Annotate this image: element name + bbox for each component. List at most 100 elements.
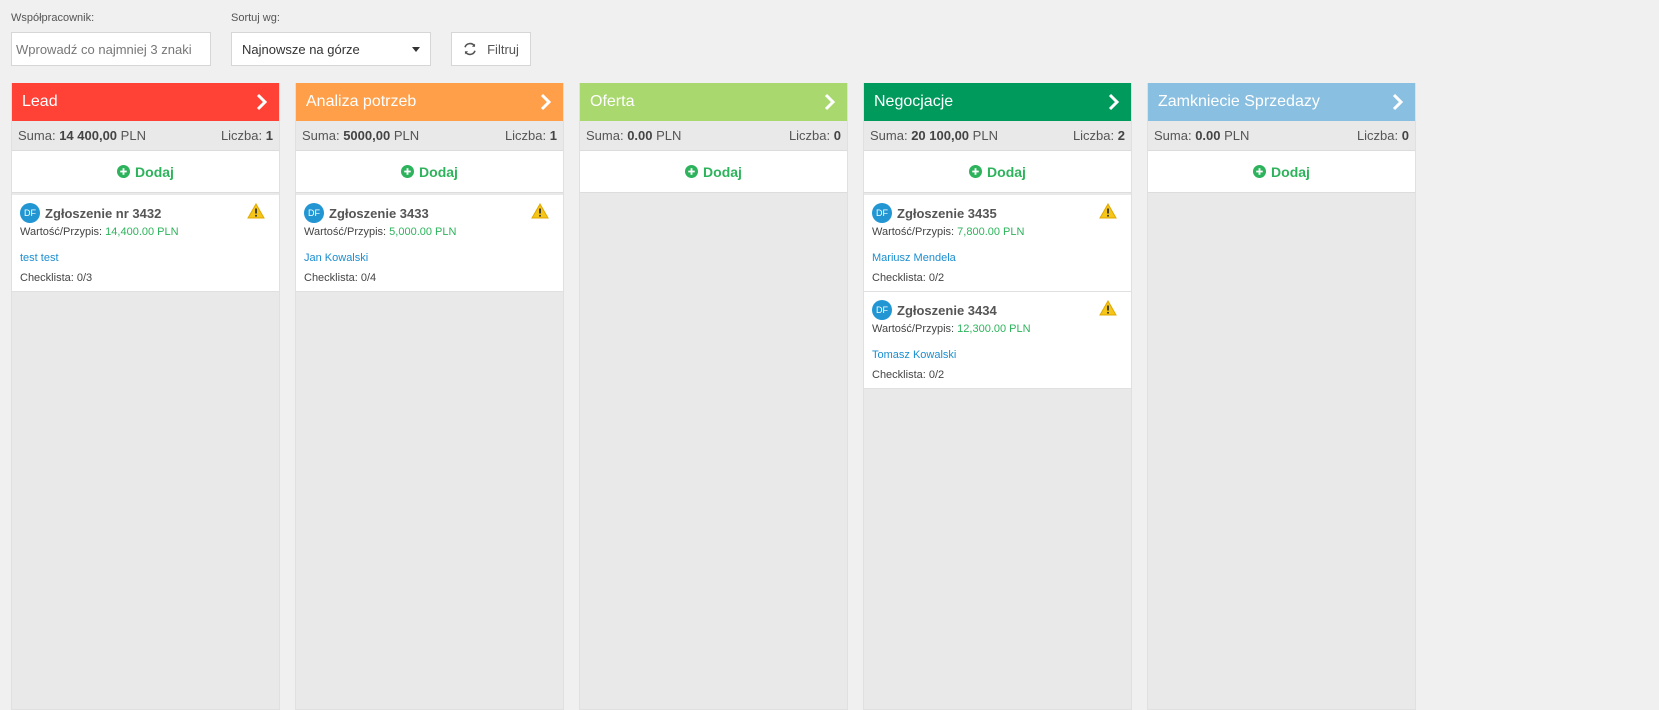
add-button[interactable]: Dodaj bbox=[580, 151, 847, 193]
warning-icon bbox=[531, 202, 549, 219]
sum-value: 0.00 bbox=[627, 128, 653, 143]
sum-value: 5000,00 bbox=[343, 128, 391, 143]
sum-text: Suma: 0.00 PLN bbox=[1154, 128, 1249, 143]
column-header: Analiza potrzeb bbox=[296, 83, 563, 121]
card-person-link[interactable]: Tomasz Kowalski bbox=[872, 349, 1123, 361]
deal-card[interactable]: DF Zgłoszenie 3433 Wartość/Przypis: 5,000.… bbox=[296, 195, 563, 292]
chevron-right-icon[interactable] bbox=[255, 93, 269, 111]
card-title[interactable]: Zgłoszenie 3435 bbox=[897, 206, 997, 221]
pipeline-column: Negocjacje Suma: 20 100,00 PLN Liczba: 2 Do… bbox=[863, 83, 1132, 710]
plus-circle-icon bbox=[685, 165, 699, 178]
pipeline-column: Analiza potrzeb Suma: 5000,00 PLN Liczba: … bbox=[295, 83, 564, 710]
count-text: Liczba: 1 bbox=[505, 128, 557, 143]
card-person-link[interactable]: test test bbox=[20, 252, 271, 264]
sum-value: 0.00 bbox=[1195, 128, 1221, 143]
card-checklist: Checklista: 0/4 bbox=[304, 272, 377, 284]
count-text: Liczba: 0 bbox=[1357, 128, 1409, 143]
plus-circle-icon bbox=[1253, 165, 1267, 178]
column-summary: Suma: 0.00 PLN Liczba: 0 bbox=[580, 121, 847, 151]
add-button[interactable]: Dodaj bbox=[296, 151, 563, 193]
count-label: Liczba: bbox=[788, 128, 831, 143]
column-title: Zamkniecie Sprzedazy bbox=[1158, 93, 1320, 110]
pipeline-column: Zamkniecie Sprzedazy Suma: 0.00 PLN Liczba… bbox=[1147, 83, 1416, 710]
count-label: Liczba: bbox=[1356, 128, 1399, 143]
chevron-right-icon[interactable] bbox=[1107, 93, 1121, 111]
count-text: Liczba: 2 bbox=[1073, 128, 1125, 143]
sum-label: Suma: bbox=[586, 128, 624, 143]
card-title[interactable]: Zgłoszenie 3433 bbox=[329, 206, 429, 221]
sum-label: Suma: bbox=[302, 128, 340, 143]
column-title: Lead bbox=[22, 93, 58, 110]
add-button-label: Dodaj bbox=[1271, 163, 1310, 180]
sort-select-value: Najnowsze na górze bbox=[242, 41, 360, 57]
add-button[interactable]: Dodaj bbox=[1148, 151, 1415, 193]
plus-circle-icon bbox=[969, 165, 983, 178]
add-button[interactable]: Dodaj bbox=[864, 151, 1131, 193]
value-label: Wartość/Przypis: bbox=[872, 226, 955, 238]
add-button-label: Dodaj bbox=[135, 163, 174, 180]
count-value: 0 bbox=[833, 128, 841, 143]
card-checklist: Checklista: 0/2 bbox=[872, 272, 945, 284]
avatar: DF bbox=[872, 300, 892, 320]
card-person-link[interactable]: Jan Kowalski bbox=[304, 252, 555, 264]
deal-card[interactable]: DF Zgłoszenie nr 3432 Wartość/Przypis: 14,… bbox=[12, 195, 279, 292]
sort-filter: Sortuj wg: Najnowsze na górze bbox=[231, 11, 431, 66]
column-summary: Suma: 20 100,00 PLN Liczba: 2 bbox=[864, 121, 1131, 151]
refresh-icon bbox=[464, 42, 476, 56]
column-header: Lead bbox=[12, 83, 279, 121]
sum-text: Suma: 5000,00 PLN bbox=[302, 128, 419, 143]
add-button[interactable]: Dodaj bbox=[12, 151, 279, 193]
sum-label: Suma: bbox=[1154, 128, 1192, 143]
chevron-right-icon[interactable] bbox=[539, 93, 553, 111]
sum-label: Suma: bbox=[18, 128, 56, 143]
count-value: 0 bbox=[1401, 128, 1409, 143]
employee-filter: Współpracownik: bbox=[11, 11, 211, 66]
count-value: 2 bbox=[1117, 128, 1125, 143]
value-amount: 14,400.00 PLN bbox=[105, 226, 179, 238]
avatar: DF bbox=[20, 203, 40, 223]
column-header: Oferta bbox=[580, 83, 847, 121]
add-button-label: Dodaj bbox=[419, 163, 458, 180]
chevron-right-icon[interactable] bbox=[1391, 93, 1405, 111]
card-value: Wartość/Przypis: 12,300.00 PLN bbox=[872, 323, 1123, 335]
sum-currency: PLN bbox=[656, 128, 682, 143]
column-header: Negocjacje bbox=[864, 83, 1131, 121]
card-title[interactable]: Zgłoszenie 3434 bbox=[897, 303, 997, 318]
card-title[interactable]: Zgłoszenie nr 3432 bbox=[45, 206, 161, 221]
sum-label: Suma: bbox=[870, 128, 908, 143]
value-amount: 5,000.00 PLN bbox=[389, 226, 457, 238]
sum-value: 14 400,00 bbox=[59, 128, 118, 143]
count-text: Liczba: 1 bbox=[221, 128, 273, 143]
value-label: Wartość/Przypis: bbox=[304, 226, 387, 238]
count-value: 1 bbox=[549, 128, 557, 143]
count-text: Liczba: 0 bbox=[789, 128, 841, 143]
card-person-link[interactable]: Mariusz Mendela bbox=[872, 252, 1123, 264]
add-button-label: Dodaj bbox=[703, 163, 742, 180]
sort-select[interactable]: Najnowsze na górze bbox=[231, 32, 431, 66]
deal-card[interactable]: DF Zgłoszenie 3435 Wartość/Przypis: 7,800.… bbox=[864, 195, 1131, 292]
card-value: Wartość/Przypis: 14,400.00 PLN bbox=[20, 226, 271, 238]
warning-icon bbox=[247, 202, 265, 219]
column-header: Zamkniecie Sprzedazy bbox=[1148, 83, 1415, 121]
pipeline-column: Lead Suma: 14 400,00 PLN Liczba: 1 Dodaj DF Z… bbox=[11, 83, 280, 710]
card-title-row: DF Zgłoszenie 3435 bbox=[872, 203, 1123, 223]
count-label: Liczba: bbox=[1072, 128, 1115, 143]
deal-card[interactable]: DF Zgłoszenie 3434 Wartość/Przypis: 12,300… bbox=[864, 292, 1131, 389]
sum-currency: PLN bbox=[393, 128, 420, 143]
employee-search-input[interactable] bbox=[11, 32, 211, 66]
card-value: Wartość/Przypis: 5,000.00 PLN bbox=[304, 226, 555, 238]
card-checklist: Checklista: 0/3 bbox=[20, 272, 93, 284]
card-value: Wartość/Przypis: 7,800.00 PLN bbox=[872, 226, 1123, 238]
sum-value: 20 100,00 bbox=[911, 128, 970, 143]
sum-text: Suma: 14 400,00 PLN bbox=[18, 128, 146, 143]
sum-currency: PLN bbox=[120, 128, 146, 143]
count-value: 1 bbox=[265, 128, 273, 143]
count-label: Liczba: bbox=[504, 128, 547, 143]
sum-text: Suma: 20 100,00 PLN bbox=[870, 128, 998, 143]
filter-button[interactable]: Filtruj bbox=[451, 32, 531, 66]
chevron-right-icon[interactable] bbox=[823, 93, 837, 111]
card-title-row: DF Zgłoszenie 3434 bbox=[872, 300, 1123, 320]
sum-currency: PLN bbox=[1224, 128, 1250, 143]
card-title-row: DF Zgłoszenie 3433 bbox=[304, 203, 555, 223]
value-label: Wartość/Przypis: bbox=[872, 323, 955, 335]
